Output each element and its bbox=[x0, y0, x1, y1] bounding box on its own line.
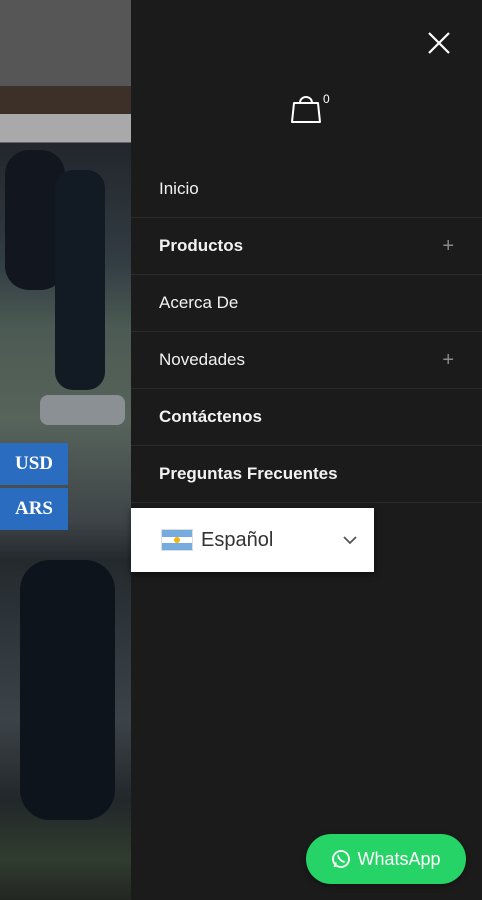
whatsapp-label: WhatsApp bbox=[357, 848, 441, 869]
menu-item-productos[interactable]: Productos + bbox=[131, 218, 482, 275]
drawer-menu: Inicio Productos + Acerca De Novedades +… bbox=[131, 161, 482, 503]
menu-item-acerca-de[interactable]: Acerca De bbox=[131, 275, 482, 332]
close-icon[interactable] bbox=[424, 28, 454, 58]
menu-item-label: Preguntas Frecuentes bbox=[159, 464, 338, 483]
menu-item-novedades[interactable]: Novedades + bbox=[131, 332, 482, 389]
menu-item-inicio[interactable]: Inicio bbox=[131, 161, 482, 218]
cart-count: 0 bbox=[323, 92, 330, 106]
cart-button[interactable]: 0 bbox=[289, 92, 333, 126]
argentina-flag-icon bbox=[161, 529, 193, 551]
menu-item-label: Inicio bbox=[159, 179, 199, 198]
language-selector[interactable]: Español bbox=[131, 508, 374, 572]
menu-item-contactenos[interactable]: Contáctenos bbox=[131, 389, 482, 446]
navigation-drawer: 0 Inicio Productos + Acerca De Novedades… bbox=[131, 0, 482, 900]
expand-plus-icon[interactable]: + bbox=[442, 235, 454, 258]
shopping-bag-icon bbox=[291, 96, 321, 123]
whatsapp-icon bbox=[332, 850, 351, 868]
menu-item-label: Acerca De bbox=[159, 293, 239, 312]
menu-item-label: Novedades bbox=[159, 350, 246, 369]
language-selected-label: Español bbox=[201, 528, 274, 551]
currency-usd-button[interactable]: USD bbox=[0, 443, 68, 485]
menu-item-label: Contáctenos bbox=[159, 407, 262, 426]
menu-item-preguntas-frecuentes[interactable]: Preguntas Frecuentes bbox=[131, 446, 482, 503]
whatsapp-button[interactable]: WhatsApp bbox=[306, 834, 466, 884]
chevron-down-icon bbox=[343, 536, 357, 545]
menu-item-label: Productos bbox=[159, 236, 244, 255]
expand-plus-icon[interactable]: + bbox=[442, 349, 454, 372]
currency-ars-button[interactable]: ARS bbox=[0, 488, 68, 530]
